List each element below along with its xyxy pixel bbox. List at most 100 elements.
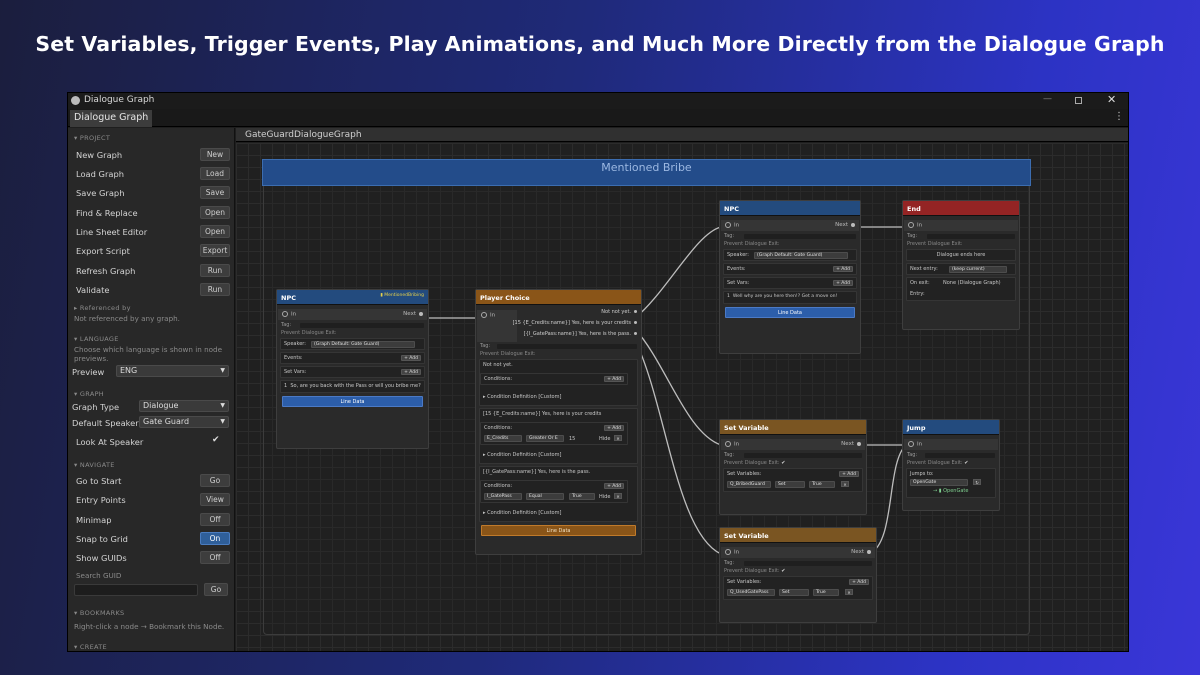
graph-type-select[interactable]: Dialogue ▼ <box>139 400 229 412</box>
next-port[interactable]: Next <box>403 311 423 317</box>
look-at-speaker-checkbox[interactable]: ✔ <box>212 435 220 445</box>
input-port[interactable]: In <box>481 312 495 319</box>
add-condition-button[interactable]: + Add <box>604 376 624 382</box>
minimap-toggle[interactable]: Off <box>200 513 230 526</box>
section-navigate[interactable]: ▾ NAVIGATE <box>74 461 115 469</box>
default-speaker-select[interactable]: Gate Guard ▼ <box>139 416 229 428</box>
choice-option-2[interactable]: [15 {E_Credits:name}] Yes, here is your … <box>479 408 638 464</box>
close-icon[interactable]: ✕ <box>1107 93 1116 106</box>
tag-input[interactable] <box>744 234 856 239</box>
remove-variable-button[interactable]: ✕ <box>841 481 849 487</box>
input-port[interactable]: In <box>908 441 922 448</box>
add-event-button[interactable]: + Add <box>401 355 421 361</box>
remove-variable-button[interactable]: ✕ <box>845 589 853 595</box>
refresh-icon[interactable]: ↻ <box>973 479 981 485</box>
dialogue-line[interactable]: 1 So, are you back with the Pass or will… <box>280 380 425 393</box>
input-port[interactable]: In <box>725 549 739 556</box>
new-button[interactable]: New <box>200 148 230 161</box>
next-port[interactable]: Next <box>851 549 871 555</box>
condition-definition-toggle[interactable]: ▸ Condition Definition [Custom] <box>483 394 561 400</box>
preview-language-select[interactable]: ENG ▼ <box>116 365 229 377</box>
choice-option-3[interactable]: [{I_GatePass:name}] Yes, here is the pas… <box>479 466 638 522</box>
add-set-var-button[interactable]: + Add <box>833 280 853 286</box>
line-data-button[interactable]: Line Data <box>282 396 423 407</box>
end-node-header[interactable]: End <box>903 201 1019 216</box>
section-language[interactable]: ▾ LANGUAGE <box>74 335 119 343</box>
line-data-button[interactable]: Line Data <box>725 307 855 318</box>
tag-input[interactable] <box>497 344 637 349</box>
entry-points-button[interactable]: View <box>200 493 230 506</box>
next-entry-select[interactable]: (keep current) <box>949 266 1007 273</box>
find-replace-open-button[interactable]: Open <box>200 206 230 219</box>
player-choice-node[interactable]: Player Choice In Not not yet. [15 {E_Cre… <box>475 289 642 555</box>
input-port[interactable]: In <box>908 222 922 229</box>
npc-node[interactable]: NPC ▮ MentionedBribing In Next Tag: Preve… <box>276 289 429 449</box>
next-port[interactable]: Next <box>841 441 861 447</box>
add-variable-button[interactable]: + Add <box>839 471 859 477</box>
input-port[interactable]: In <box>282 311 296 318</box>
condition-operator-select[interactable]: Equal <box>526 493 564 500</box>
section-bookmarks[interactable]: ▾ BOOKMARKS <box>74 609 124 617</box>
jump-target-link[interactable]: → ▮ OpenGate <box>933 488 968 494</box>
load-button[interactable]: Load <box>200 167 230 180</box>
tag-input[interactable] <box>744 561 872 566</box>
snap-to-grid-toggle[interactable]: On <box>200 532 230 545</box>
on-exit-value[interactable]: None (Dialogue Graph) <box>943 280 1001 286</box>
tab-dialogue-graph[interactable]: Dialogue Graph <box>70 110 153 127</box>
jump-target-select[interactable]: OpenGate <box>910 479 968 486</box>
maximize-icon[interactable] <box>1075 97 1082 104</box>
input-port[interactable]: In <box>725 222 739 229</box>
choice-node-header[interactable]: Player Choice <box>476 290 641 305</box>
go-to-start-button[interactable]: Go <box>200 474 230 487</box>
choice-output-1[interactable]: Not not yet. <box>601 309 641 317</box>
section-graph[interactable]: ▾ GRAPH <box>74 390 104 398</box>
npc-node[interactable]: NPC In Next Tag: Prevent Dialogue Exit: … <box>719 200 861 354</box>
jump-node-header[interactable]: Jump <box>903 420 999 435</box>
npc-node-header[interactable]: NPC <box>720 201 860 216</box>
condition-value-select[interactable]: True <box>569 493 595 500</box>
show-guids-toggle[interactable]: Off <box>200 551 230 564</box>
speaker-select[interactable]: (Graph Default: Gate Guard) <box>754 252 848 259</box>
condition-definition-toggle[interactable]: ▸ Condition Definition [Custom] <box>483 510 561 516</box>
section-create[interactable]: ▾ CREATE <box>74 643 107 651</box>
tag-input[interactable] <box>927 234 1015 239</box>
add-event-button[interactable]: + Add <box>833 266 853 272</box>
search-guid-go-button[interactable]: Go <box>204 583 228 596</box>
tag-input[interactable] <box>300 323 424 328</box>
refresh-run-button[interactable]: Run <box>200 264 230 277</box>
set-variable-node-header[interactable]: Set Variable <box>720 420 866 435</box>
save-button[interactable]: Save <box>200 186 230 199</box>
add-set-var-button[interactable]: + Add <box>401 369 421 375</box>
choice-output-2[interactable]: [15 {E_Credits:name}] Yes, here is your … <box>513 320 641 328</box>
jump-node[interactable]: Jump In Tag: Prevent Dialogue Exit: ✔ Ju… <box>902 419 1000 511</box>
section-project[interactable]: ▾ PROJECT <box>74 134 110 142</box>
npc-node-header[interactable]: NPC ▮ MentionedBribing <box>277 290 428 305</box>
end-node[interactable]: End In Tag: Prevent Dialogue Exit: Dialo… <box>902 200 1020 330</box>
condition-definition-toggle[interactable]: ▸ Condition Definition [Custom] <box>483 452 561 458</box>
add-condition-button[interactable]: + Add <box>604 483 624 489</box>
add-variable-button[interactable]: + Add <box>849 579 869 585</box>
set-variable-node[interactable]: Set Variable In Next Tag: Prevent Dialog… <box>719 419 867 515</box>
search-guid-input[interactable] <box>74 584 198 596</box>
tag-input[interactable] <box>744 453 862 458</box>
graph-canvas[interactable]: Mentioned Bribe NPC ▮ MentionedBribing In… <box>236 143 1128 651</box>
add-condition-button[interactable]: + Add <box>604 425 624 431</box>
line-data-button[interactable]: Line Data <box>481 525 636 536</box>
prevent-exit-checkbox[interactable]: ✔ <box>781 568 785 574</box>
condition-value[interactable]: 15 <box>569 436 575 442</box>
value-select[interactable]: True <box>809 481 835 488</box>
speaker-select[interactable]: (Graph Default: Gate Guard) <box>311 341 415 348</box>
remove-condition-button[interactable]: ✕ <box>614 493 622 499</box>
section-referenced-by[interactable]: ▸ Referenced by <box>74 304 131 312</box>
condition-operator-select[interactable]: Greater Or E <box>526 435 564 442</box>
set-variable-node-header[interactable]: Set Variable <box>720 528 876 543</box>
condition-variable-select[interactable]: E_Credits <box>484 435 522 442</box>
line-sheet-open-button[interactable]: Open <box>200 225 230 238</box>
prevent-exit-checkbox[interactable]: ✔ <box>964 460 968 466</box>
value-select[interactable]: True <box>813 589 839 596</box>
tag-input[interactable] <box>925 453 995 458</box>
variable-select[interactable]: Q_BribedGuard <box>727 481 771 488</box>
set-variable-node[interactable]: Set Variable In Next Tag: Prevent Dialog… <box>719 527 877 623</box>
dialogue-line[interactable]: 1 Well why are you here then!? Get a mov… <box>723 291 857 304</box>
operation-select[interactable]: Set <box>775 481 805 488</box>
